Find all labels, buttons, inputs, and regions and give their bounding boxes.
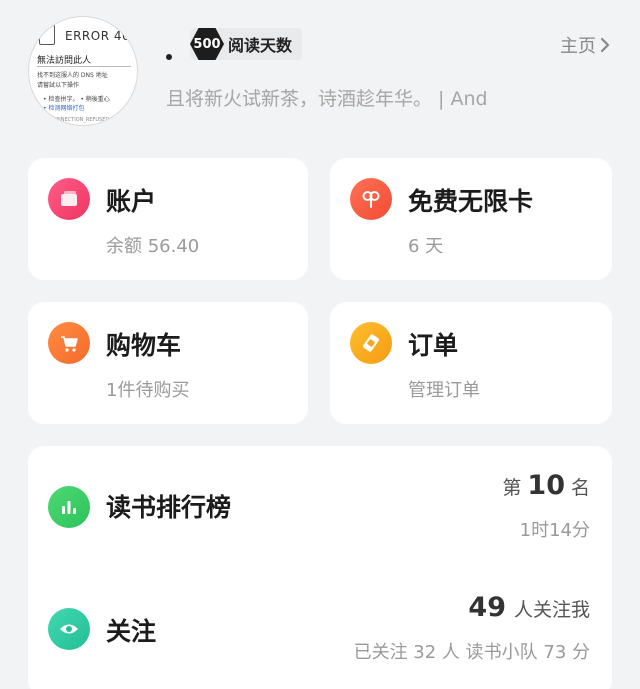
avatar-title-text: 無法訪問此人 <box>37 56 92 66</box>
account-balance: 余额 56.40 <box>106 236 200 257</box>
orders-manage: 管理订单 <box>408 380 480 401</box>
account-card[interactable]: 账户 余额 56.40 <box>28 158 308 280</box>
followers-label: 人关注我 <box>513 599 590 621</box>
username-dot <box>166 54 172 60</box>
reading-stats-card: 读书排行榜 第 10 名 1时14分 关注 49 人关注我 已关注 32 人 读… <box>28 446 612 689</box>
avatar-footer-text: ERR_CONNECTION_REFUSED <box>37 117 110 123</box>
chevron-right-icon <box>600 37 610 53</box>
followers-count: 49 人关注我 <box>468 592 590 623</box>
free-unlimited-card[interactable]: 免费无限卡 6 天 <box>330 158 612 280</box>
avatar-divider <box>37 66 131 67</box>
account-title: 账户 <box>106 187 157 216</box>
error-doc-icon <box>39 25 55 45</box>
following-summary: 已关注 32 人 读书小队 73 分 <box>353 642 590 663</box>
rank-position: 第 10 名 <box>502 470 590 501</box>
avatar-error-text: ERROR 40 <box>65 29 131 43</box>
avatar[interactable]: ERROR 40 無法訪問此人 找不到这服人的 DNS 地址 请嘗試以下操作 • … <box>28 16 138 126</box>
follow-title: 关注 <box>106 617 157 646</box>
cart-title: 购物车 <box>106 331 182 360</box>
avatar-line-1: 找不到这服人的 DNS 地址 请嘗試以下操作 <box>37 72 108 89</box>
orders-card[interactable]: 订单 管理订单 <box>330 302 612 424</box>
reading-time: 1时14分 <box>519 520 590 541</box>
reading-days-label: 阅读天数 <box>228 36 293 55</box>
home-page-label: 主页 <box>560 36 596 57</box>
home-page-link[interactable]: 主页 <box>560 32 612 58</box>
free-card-title: 免费无限卡 <box>408 187 534 216</box>
followers-number: 49 <box>468 592 506 623</box>
rank-number: 10 <box>527 470 565 501</box>
avatar-list: • 检查拼字。 • 稍後重心 • 检测网络打包 <box>43 96 110 112</box>
eye-icon <box>48 608 90 650</box>
rank-prefix: 第 <box>502 477 522 499</box>
reading-days-badge[interactable]: 500 阅读天数 <box>190 28 303 60</box>
shopping-cart-card[interactable]: 购物车 1件待购买 <box>28 302 308 424</box>
cart-pending: 1件待购买 <box>106 380 190 401</box>
ribbon-icon <box>350 178 392 220</box>
rank-suffix: 名 <box>570 477 590 499</box>
cart-icon <box>48 322 90 364</box>
orders-title: 订单 <box>408 331 459 360</box>
ticket-icon <box>350 322 392 364</box>
reading-rank-title: 读书排行榜 <box>106 493 232 522</box>
bar-chart-icon <box>48 486 90 528</box>
hexagon-badge-icon: 500 <box>190 28 224 60</box>
free-card-days: 6 天 <box>408 236 444 257</box>
wallet-icon <box>48 178 90 220</box>
profile-signature: 且将新火试新茶，诗酒趁年华。 | And <box>166 88 488 110</box>
